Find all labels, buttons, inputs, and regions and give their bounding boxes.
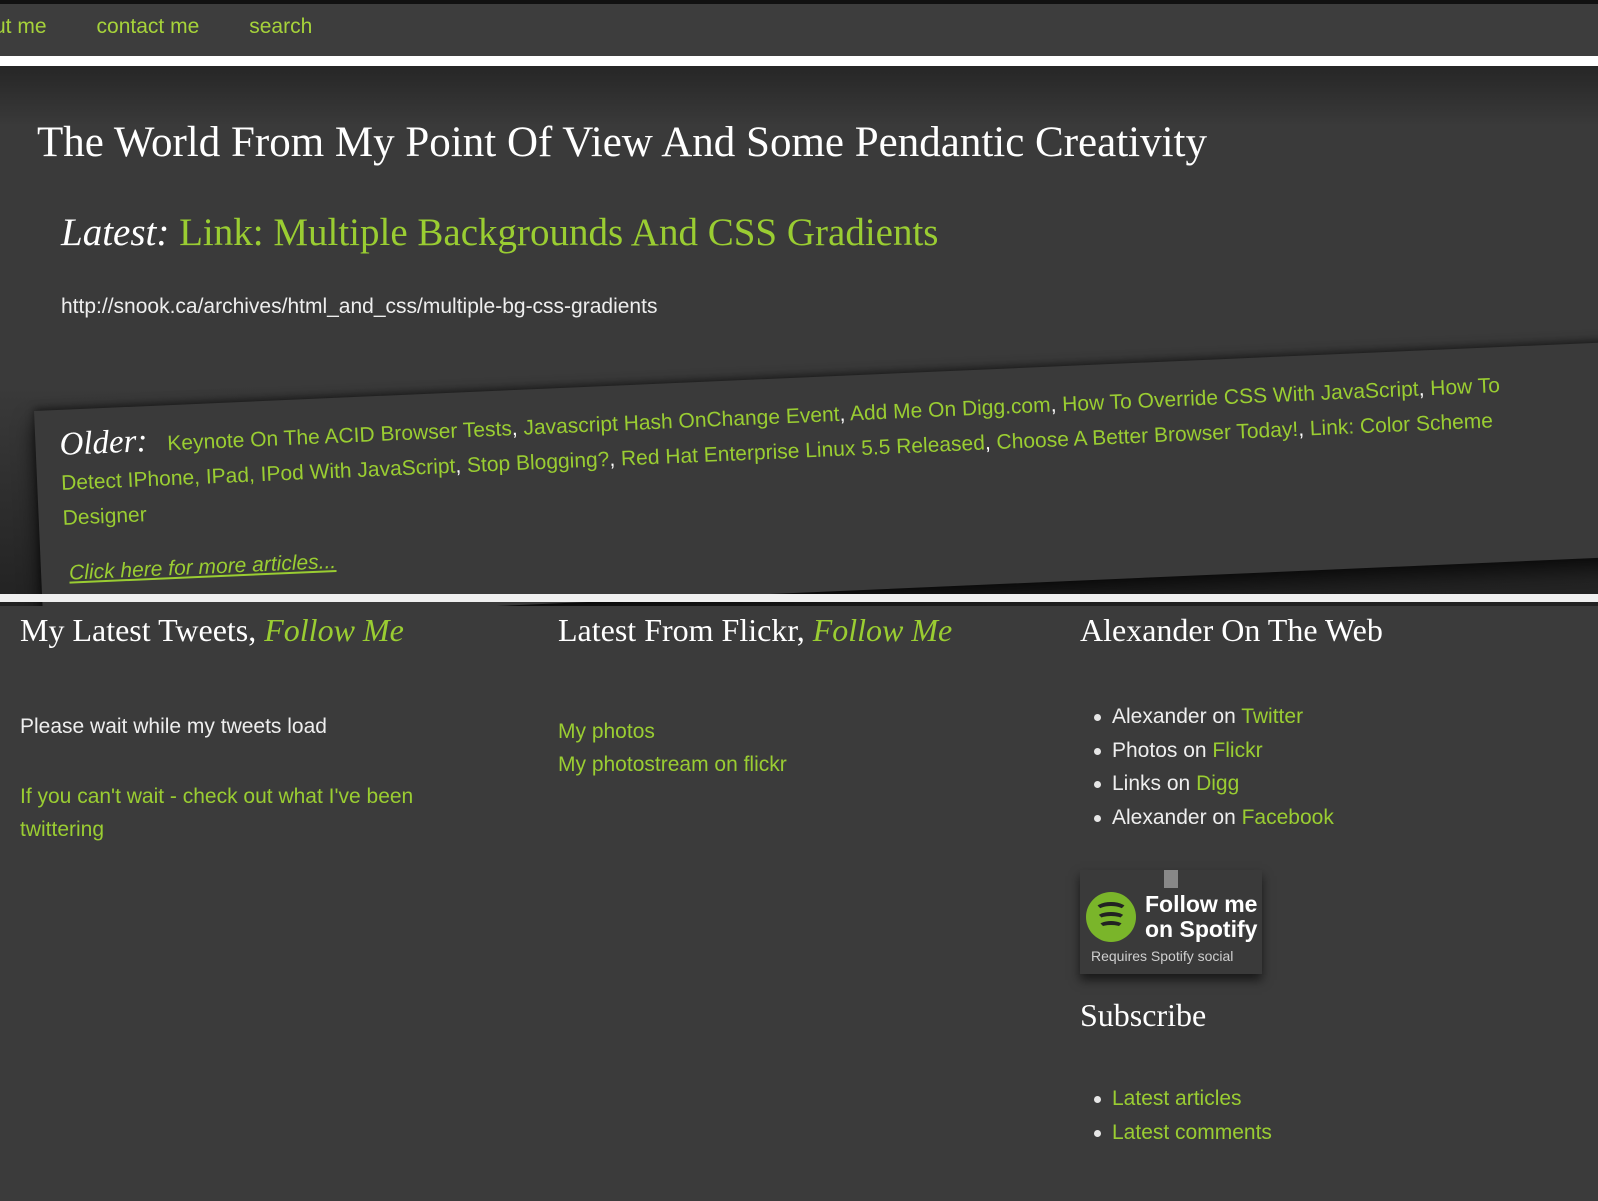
flickr-photostream-link[interactable]: My photostream on flickr [558,748,787,781]
spotify-requires-text: Requires Spotify social [1091,948,1234,964]
older-article-link[interactable]: How To Override CSS With JavaScript [1062,378,1419,417]
tweets-title: My Latest Tweets, [20,612,265,648]
list-item-label: Photos on [1112,738,1213,762]
list-item: Links on Digg [1092,767,1334,801]
more-articles-link[interactable]: Click here for more articles... [69,550,337,586]
list-item: Photos on Flickr [1092,734,1334,768]
older-article-link[interactable]: Choose A Better Browser Today! [996,418,1299,454]
nav-about-me[interactable]: ut me [0,15,47,39]
latest-comments-feed-link[interactable]: Latest comments [1112,1121,1272,1144]
list-item: Alexander on Twitter [1092,700,1334,734]
list-item-label: Alexander on [1112,705,1242,728]
pin-icon [1164,870,1178,888]
flickr-my-photos-link[interactable]: My photos [558,715,787,748]
flickr-follow-link[interactable]: Follow Me [813,612,953,648]
hero-divider [0,594,1598,602]
main-nav: ut me contact me search [0,15,312,39]
list-item: Latest comments [1092,1116,1272,1150]
separator: , [1418,377,1431,401]
latest-article: Latest: Link: Multiple Backgrounds And C… [61,210,939,255]
top-navigation-bar: ut me contact me search [0,0,1598,56]
facebook-link[interactable]: Facebook [1242,806,1334,829]
tweets-heading: My Latest Tweets, Follow Me [20,612,490,649]
older-article-link[interactable]: Add Me On Digg.com [849,394,1051,426]
list-item: Alexander on Facebook [1092,801,1334,835]
subscribe-heading: Subscribe [1080,997,1207,1033]
older-article-link[interactable]: Stop Blogging? [466,448,609,477]
list-item-label: Alexander on [1112,805,1242,829]
header-divider [0,56,1598,66]
flickr-title: Latest From Flickr, [558,612,813,648]
older-article-link[interactable]: Keynote On The ACID Browser Tests [167,417,512,455]
latest-article-link[interactable]: Link: Multiple Backgrounds And CSS Gradi… [179,211,938,254]
flickr-links: My photos My photostream on flickr [558,715,787,781]
web-column: Alexander On The Web Alexander on Twitte… [1080,612,1550,1144]
flickr-column: Latest From Flickr, Follow Me My photos … [558,612,1028,776]
list-item: Latest articles [1092,1082,1272,1116]
twitter-link[interactable]: Twitter [1241,705,1303,728]
flickr-heading: Latest From Flickr, Follow Me [558,612,1028,649]
spotify-follow-text: Follow me on Spotify [1145,891,1258,942]
flickr-link[interactable]: Flickr [1212,739,1262,762]
tweets-follow-link[interactable]: Follow Me [264,612,404,648]
older-label: Older: [58,423,149,463]
latest-label: Latest: [61,211,170,254]
spotify-follow-badge[interactable]: Follow me on Spotify Requires Spotify so… [1080,870,1262,974]
older-articles-card: Older: Keynote On The ACID Browser Tests… [34,340,1598,606]
web-heading: Alexander On The Web [1080,612,1383,648]
latest-articles-feed-link[interactable]: Latest articles [1112,1087,1242,1110]
web-profiles-list: Alexander on Twitter Photos on Flickr Li… [1092,700,1334,834]
twitter-fallback-link[interactable]: If you can't wait - check out what I've … [20,780,470,846]
older-article-link[interactable]: Javascript Hash OnChange Event [523,403,840,440]
latest-article-url: http://snook.ca/archives/html_and_css/mu… [61,295,658,318]
tweets-loading-text: Please wait while my tweets load [20,715,327,738]
digg-link[interactable]: Digg [1196,772,1239,795]
spotify-logo-icon [1086,892,1136,942]
separator: , [1297,417,1311,441]
older-articles-list: Older: Keynote On The ACID Browser Tests… [59,362,1567,536]
separator: , [1050,393,1063,417]
nav-contact-me[interactable]: contact me [97,15,200,39]
list-item-label: Links on [1112,772,1197,795]
site-title: The World From My Point Of View And Some… [37,119,1208,166]
tweets-column: My Latest Tweets, Follow Me Please wait … [20,612,490,841]
subscribe-list: Latest articles Latest comments [1092,1082,1272,1149]
hero-section: The World From My Point Of View And Some… [0,66,1598,606]
nav-search[interactable]: search [249,15,312,39]
older-article-link[interactable]: Red Hat Enterprise Linux 5.5 Released [620,432,985,471]
